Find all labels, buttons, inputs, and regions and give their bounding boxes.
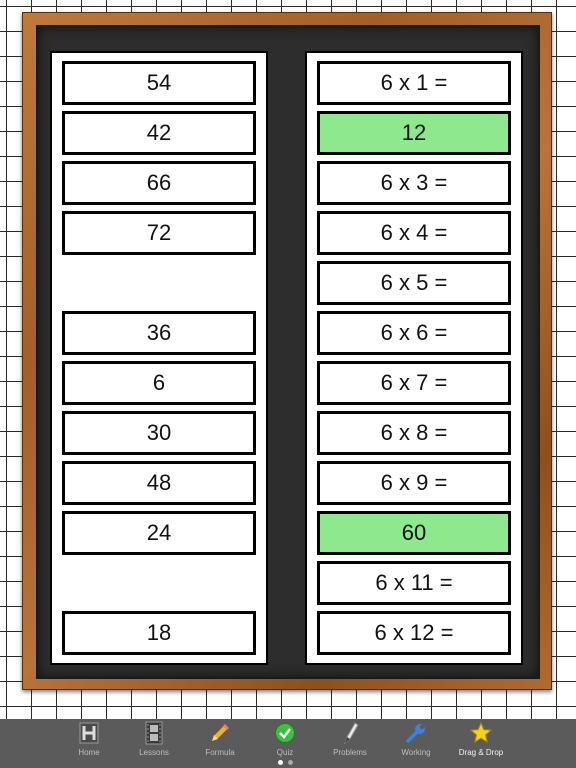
star-icon [470, 721, 492, 745]
chalkboard: 54 42 66 72 36 6 30 48 24 18 6 x 1 = 12 … [36, 25, 540, 679]
question-slot-11[interactable]: 6 x 11 = [317, 561, 511, 605]
answer-tile-12[interactable]: 18 [62, 611, 256, 655]
question-slot-9[interactable]: 6 x 9 = [317, 461, 511, 505]
answer-tile-7[interactable]: 6 [62, 361, 256, 405]
tab-formula[interactable]: Formula [187, 721, 253, 761]
page-dot-active[interactable] [278, 760, 283, 765]
question-slot-7[interactable]: 6 x 7 = [317, 361, 511, 405]
answer-tile-3[interactable]: 66 [62, 161, 256, 205]
question-slot-8[interactable]: 6 x 8 = [317, 411, 511, 455]
question-slot-3[interactable]: 6 x 3 = [317, 161, 511, 205]
tab-problems-label: Problems [333, 748, 367, 757]
question-slot-1[interactable]: 6 x 1 = [317, 61, 511, 105]
pen-icon [339, 721, 361, 745]
page-dot[interactable] [288, 760, 293, 765]
tab-lessons-label: Lessons [139, 748, 169, 757]
tab-home-label: Home [78, 748, 100, 757]
page-indicator[interactable] [0, 760, 576, 766]
checkmark-icon [274, 721, 296, 745]
question-slot-12[interactable]: 6 x 12 = [317, 611, 511, 655]
question-slot-10[interactable]: 60 [317, 511, 511, 555]
answer-tile-2[interactable]: 42 [62, 111, 256, 155]
question-slot-2[interactable]: 12 [317, 111, 511, 155]
tab-working[interactable]: Working [383, 721, 449, 761]
film-icon [144, 721, 164, 745]
answer-tile-6[interactable]: 36 [62, 311, 256, 355]
answer-tile-8[interactable]: 30 [62, 411, 256, 455]
question-slot-5[interactable]: 6 x 5 = [317, 261, 511, 305]
tab-drag-drop-label: Drag & Drop [458, 748, 504, 757]
answers-column: 54 42 66 72 36 6 30 48 24 18 [50, 51, 268, 665]
tab-quiz-label: Quiz [276, 748, 294, 757]
question-slot-4[interactable]: 6 x 4 = [317, 211, 511, 255]
tab-drag-drop[interactable]: Drag & Drop [448, 721, 514, 761]
wrench-icon [405, 721, 427, 745]
tab-home[interactable]: Home [56, 721, 122, 761]
tab-problems[interactable]: Problems [317, 721, 383, 761]
question-slot-6[interactable]: 6 x 6 = [317, 311, 511, 355]
answer-tile-4[interactable]: 72 [62, 211, 256, 255]
home-icon [78, 721, 100, 745]
tab-quiz[interactable]: Quiz [252, 721, 318, 761]
tab-formula-label: Formula [205, 748, 235, 757]
answer-tile-9[interactable]: 48 [62, 461, 256, 505]
answer-tile-1[interactable]: 54 [62, 61, 256, 105]
tab-working-label: Working [401, 748, 431, 757]
pencil-icon [208, 721, 232, 745]
questions-column: 6 x 1 = 12 6 x 3 = 6 x 4 = 6 x 5 = 6 x 6… [305, 51, 523, 665]
tab-lessons[interactable]: Lessons [121, 721, 187, 761]
answer-tile-10[interactable]: 24 [62, 511, 256, 555]
chalkboard-frame: 54 42 66 72 36 6 30 48 24 18 6 x 1 = 12 … [22, 12, 552, 690]
